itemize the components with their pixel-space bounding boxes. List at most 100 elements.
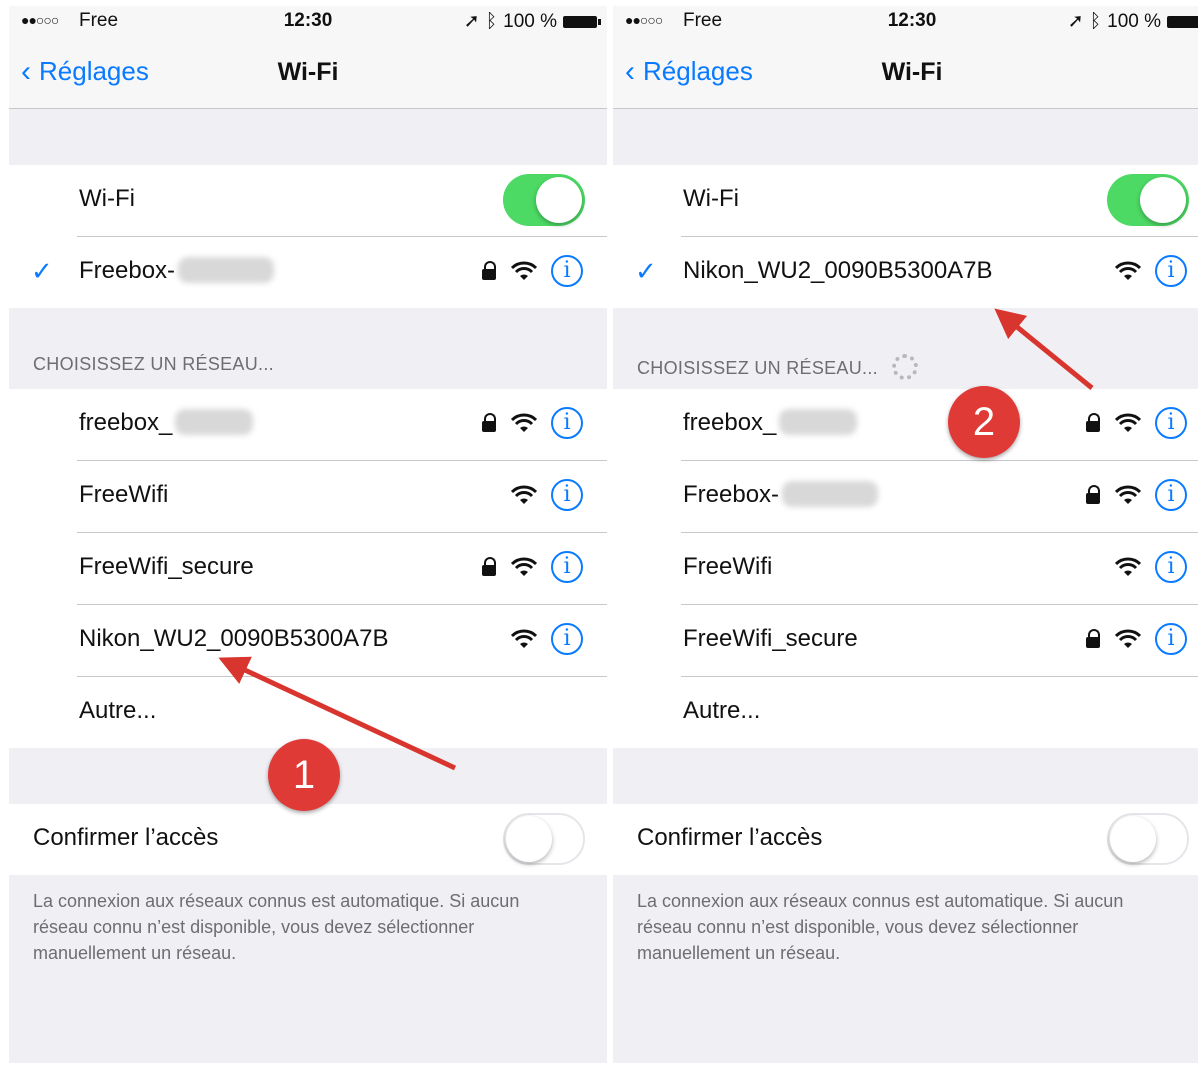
connected-network-row[interactable]: ✓ Freebox- i (31, 237, 607, 308)
network-list: freebox_ i FreeWifi i FreeWifi_secure i … (9, 389, 607, 748)
wifi-signal-icon (1115, 485, 1141, 504)
info-icon[interactable]: i (1155, 255, 1187, 287)
network-name: freebox_ (683, 409, 858, 437)
confirm-group: Confirmer l’accès (613, 804, 1198, 875)
info-icon[interactable]: i (551, 407, 583, 439)
location-icon: ➚ (463, 11, 480, 32)
wifi-group: Wi-Fi ✓ Freebox- i (9, 165, 607, 308)
section-header: CHOISISSEZ UN RÉSEAU... (637, 354, 918, 380)
page-title: Wi-Fi (277, 58, 339, 86)
wifi-group: Wi-Fi ✓ Nikon_WU2_0090B5300A7B i (613, 165, 1198, 308)
screenshot-left: ●●○○○ Free 12:30 ➚ ᛒ 100 % ‹ Réglages Wi… (9, 6, 607, 1063)
wifi-signal-icon (511, 485, 537, 504)
lock-icon (481, 413, 497, 433)
network-name: freebox_ (79, 409, 254, 437)
network-row[interactable]: Freebox- i (681, 461, 1198, 533)
redacted-text (779, 409, 858, 435)
network-row[interactable]: FreeWifi i (681, 533, 1198, 605)
network-icons: i (481, 551, 583, 583)
toggle-knob (1140, 177, 1186, 223)
nav-bar: ‹ Réglages Wi-Fi (613, 38, 1198, 109)
network-name: Freebox- (79, 257, 275, 285)
connected-network-row[interactable]: ✓ Nikon_WU2_0090B5300A7B i (635, 237, 1198, 308)
battery-percent: 100 % (503, 10, 557, 32)
step-badge-2: 2 (948, 386, 1020, 458)
redacted-text (782, 481, 879, 507)
info-icon[interactable]: i (1155, 479, 1187, 511)
footer-note: La connexion aux réseaux connus est auto… (33, 891, 520, 963)
network-row-nikon[interactable]: Nikon_WU2_0090B5300A7B i (77, 605, 607, 677)
page-title: Wi-Fi (881, 58, 943, 86)
status-right: ➚ ᛒ 100 % (1068, 10, 1198, 33)
toggle-knob (506, 816, 552, 862)
network-icons: i (511, 479, 583, 511)
network-icons: i (1085, 623, 1187, 655)
info-icon[interactable]: i (1155, 551, 1187, 583)
location-icon: ➚ (1067, 11, 1084, 32)
other-network-row[interactable]: Autre... (681, 677, 1198, 748)
lock-icon (481, 557, 497, 577)
lock-icon (481, 261, 497, 281)
info-icon[interactable]: i (551, 255, 583, 287)
other-label: Autre... (79, 697, 157, 724)
battery-icon (563, 15, 601, 28)
wifi-label: Wi-Fi (683, 185, 739, 212)
info-icon[interactable]: i (551, 551, 583, 583)
confirm-toggle[interactable] (503, 813, 585, 865)
confirm-group: Confirmer l’accès (9, 804, 607, 875)
redacted-text (175, 409, 254, 435)
confirm-toggle[interactable] (1107, 813, 1189, 865)
network-icons: i (511, 623, 583, 655)
network-row[interactable]: freebox_ i (681, 389, 1198, 461)
screenshot-right: ●●○○○ Free 12:30 ➚ ᛒ 100 % ‹ Réglages Wi… (613, 6, 1198, 1063)
status-bar: ●●○○○ Free 12:30 ➚ ᛒ 100 % (613, 6, 1198, 38)
section-header: CHOISISSEZ UN RÉSEAU... (33, 354, 274, 374)
info-icon[interactable]: i (551, 479, 583, 511)
wifi-signal-icon (1115, 261, 1141, 280)
wifi-signal-icon (1115, 629, 1141, 648)
info-icon[interactable]: i (1155, 623, 1187, 655)
bluetooth-icon: ᛒ (1089, 10, 1102, 32)
battery-icon (1167, 15, 1198, 28)
wifi-signal-icon (511, 557, 537, 576)
wifi-toggle[interactable] (1107, 174, 1189, 226)
other-network-row[interactable]: Autre... (77, 677, 607, 748)
network-list: freebox_ i Freebox- i FreeWifi i FreeWif… (613, 389, 1198, 748)
network-name: FreeWifi_secure (79, 553, 254, 580)
network-name: FreeWifi_secure (683, 625, 858, 652)
network-name: Nikon_WU2_0090B5300A7B (79, 625, 389, 652)
toggle-knob (536, 177, 582, 223)
network-icons: i (1115, 551, 1187, 583)
redacted-text (178, 257, 275, 283)
info-icon[interactable]: i (1155, 407, 1187, 439)
wifi-signal-icon (511, 629, 537, 648)
network-name: FreeWifi (683, 553, 773, 580)
network-row[interactable]: FreeWifi_secure i (681, 605, 1198, 677)
network-name: Freebox- (683, 481, 879, 509)
battery-percent: 100 % (1107, 10, 1161, 32)
network-row[interactable]: FreeWifi_secure i (77, 533, 607, 605)
wifi-signal-icon (511, 261, 537, 280)
confirm-access-row: Confirmer l’accès (613, 804, 1198, 875)
lock-icon (1085, 629, 1101, 649)
status-bar: ●●○○○ Free 12:30 ➚ ᛒ 100 % (9, 6, 607, 38)
lock-icon (1085, 485, 1101, 505)
network-row[interactable]: freebox_ i (77, 389, 607, 461)
wifi-signal-icon (1115, 557, 1141, 576)
info-icon[interactable]: i (551, 623, 583, 655)
confirm-label: Confirmer l’accès (637, 824, 823, 851)
network-icons: i (481, 407, 583, 439)
nav-bar: ‹ Réglages Wi-Fi (9, 38, 607, 109)
loading-spinner-icon (891, 354, 918, 380)
network-icons: i (481, 255, 583, 287)
network-icons: i (1115, 255, 1187, 287)
wifi-signal-icon (511, 413, 537, 432)
confirm-access-row: Confirmer l’accès (9, 804, 607, 875)
network-name: FreeWifi (79, 481, 169, 508)
network-row[interactable]: FreeWifi i (77, 461, 607, 533)
step-badge-1: 1 (268, 739, 340, 811)
status-right: ➚ ᛒ 100 % (463, 10, 601, 33)
wifi-toggle[interactable] (503, 174, 585, 226)
network-name: Nikon_WU2_0090B5300A7B (683, 257, 993, 284)
network-icons: i (1085, 407, 1187, 439)
